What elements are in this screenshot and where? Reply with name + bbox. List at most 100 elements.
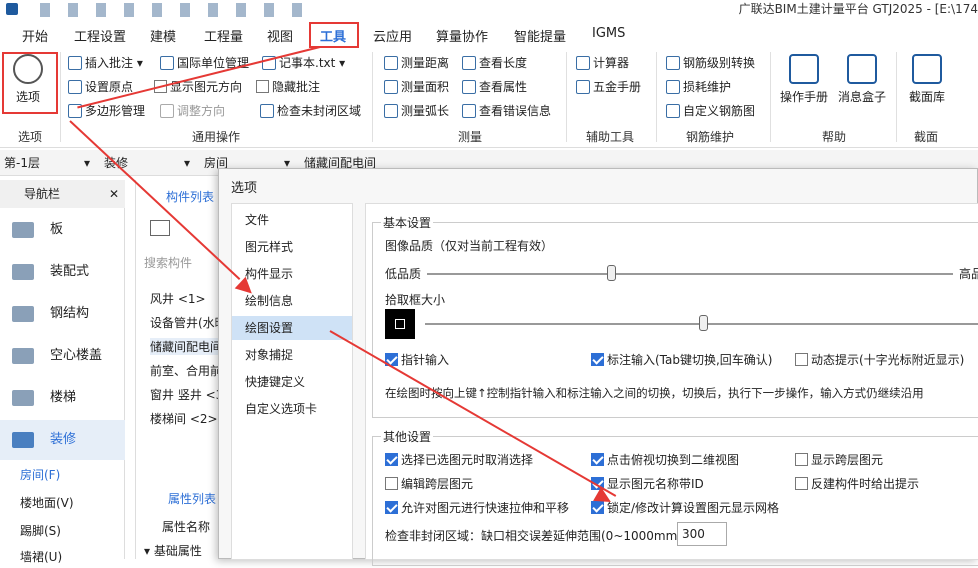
nav-sub-floor[interactable]: 楼地面(V) [20,492,74,514]
check-edit-cross-floor[interactable]: 编辑跨层图元 [385,475,473,492]
nav-item-prefab[interactable]: 装配式 [0,252,125,292]
hardware-manual-button[interactable]: 五金手册 [576,78,641,96]
high-quality-label: 高品 [959,267,978,281]
check-lock-grid[interactable]: 锁定/修改计算设置图元显示网格 [591,499,779,516]
group-label-section: 截面 [914,130,939,144]
menu-shortcuts[interactable]: 快捷键定义 [232,370,352,394]
custom-rebar-icon [666,104,680,118]
calculator-button[interactable]: 计算器 [576,54,629,72]
check-dim-input[interactable]: 标注输入(Tab键切换,回车确认) [591,351,773,368]
section-lib-button[interactable]: 截面库 [904,54,950,105]
other-settings: 其他设置 选择已选图元时取消选择 点击俯视切换到二维视图 显示跨层图元 编辑跨层… [372,428,978,566]
hollow-icon [12,348,34,364]
props-row[interactable]: ▾ 基础属性 [144,542,202,559]
note-icon [68,56,82,70]
measure-area-button[interactable]: 测量面积 [384,78,449,96]
tab-quantity[interactable]: 工程量 [204,26,243,45]
tab-home[interactable]: 开始 [22,26,48,45]
view-errors-button[interactable]: 查看错误信息 [462,102,551,120]
custom-rebar-button[interactable]: 自定义钢筋图 [666,102,755,120]
check-dynamic-hint[interactable]: 动态提示(十字光标附近显示) [795,351,964,368]
tab-collab[interactable]: 算量协作 [436,26,488,45]
other-legend: 其他设置 [381,428,434,445]
close-icon[interactable]: ✕ [109,180,119,208]
stair-icon [12,390,34,406]
nav-sub-room[interactable]: 房间(F) [20,464,60,486]
measure-arc-button[interactable]: 测量弧长 [384,102,449,120]
options-button-highlight [2,52,58,114]
nav-item-hollow[interactable]: 空心楼盖 [0,336,125,376]
nav-item-stair[interactable]: 楼梯 [0,378,125,418]
check-show-cross-floor[interactable]: 显示跨层图元 [795,451,883,468]
tab-project-settings[interactable]: 工程设置 [74,26,126,45]
adjust-direction-button: 调整方向 [160,102,225,120]
show-direction-toggle[interactable]: 显示图元方向 [154,78,242,96]
rebar-grade-button[interactable]: 钢筋级别转换 [666,54,755,72]
tab-cloud[interactable]: 云应用 [373,26,412,45]
nav-item-finish[interactable]: 装修 [0,420,125,460]
checkbox-icon [591,453,604,466]
tools-tab-highlight [309,22,359,48]
view-props-button[interactable]: 查看属性 [462,78,527,96]
finish-icon [12,432,34,448]
ruler-icon [384,56,398,70]
loss-maintain-button[interactable]: 损耗维护 [666,78,731,96]
prefab-icon [12,264,34,280]
check-unclosed-button[interactable]: 检查未封闭区域 [260,102,361,120]
checkbox-icon [795,353,808,366]
checkbox-icon [795,477,808,490]
tab-igms[interactable]: IGMS [592,26,625,41]
checkbox-icon [385,453,398,466]
manual-button[interactable]: 操作手册 [778,54,830,105]
check-quick-stretch[interactable]: 允许对图元进行快速拉伸和平移 [385,499,569,516]
list-item[interactable]: 风井 <1> [150,290,206,307]
checkbox-icon [385,477,398,490]
new-component-icon[interactable] [150,220,170,236]
check-reverse-prompt[interactable]: 反建构件时给出提示 [795,475,919,492]
floor-select[interactable]: 第-1层 ▾ [0,154,96,172]
gap-range-input[interactable]: 300 [677,522,727,546]
component-search[interactable]: 搜索构件 [144,254,192,271]
menu-draw-settings[interactable]: 绘图设置 [232,316,352,340]
section-icon [912,54,942,84]
set-origin-button[interactable]: 设置原点 [68,78,133,96]
list-item[interactable]: 储藏间配电间 [150,338,223,355]
tab-view[interactable]: 视图 [267,26,293,45]
message-icon [847,54,877,84]
checkbox-icon [795,453,808,466]
dialog-title: 选项 [231,181,258,196]
view-length-button[interactable]: 查看长度 [462,54,527,72]
quick-access-toolbar[interactable] [40,3,320,17]
props-icon [462,80,476,94]
dialog-content: 基本设置 图像品质（仅对当前工程有效） 低品质 高品 拾取框大小 指针输入 标注… [365,203,978,566]
dialog-menu: 文件 图元样式 构件显示 绘制信息 绘图设置 对象捕捉 快捷键定义 自定义选项卡 [231,203,353,560]
measure-distance-button[interactable]: 测量距离 [384,54,449,72]
hide-note-toggle[interactable]: 隐藏批注 [256,78,320,96]
check-cancel-select[interactable]: 选择已选图元时取消选择 [385,451,533,468]
group-label-aux: 辅助工具 [586,130,635,144]
check-top-view-2d[interactable]: 点击俯视切换到二维视图 [591,451,739,468]
unit-manage-button[interactable]: 国际单位管理 [160,54,249,72]
navigation-pane: 导航栏 ✕ 板 装配式 钢结构 空心楼盖 楼梯 装修 房间(F) 楼地面(V) 踢… [0,180,125,564]
menu-snap[interactable]: 对象捕捉 [232,343,352,367]
nav-item-steel[interactable]: 钢结构 [0,294,125,334]
quality-slider[interactable] [607,265,617,281]
message-box-button[interactable]: 消息盒子 [836,54,888,105]
nav-sub-dado[interactable]: 墙裙(U) [20,546,62,568]
list-item[interactable]: 楼梯间 <2> [150,410,218,427]
group-label-measure: 测量 [458,130,483,144]
list-item[interactable]: 前室、合用前 [150,362,222,379]
menu-element-style[interactable]: 图元样式 [232,235,352,259]
pick-slider[interactable] [699,315,708,331]
list-item[interactable]: 窗井 竖井 <3 [150,386,223,403]
list-item[interactable]: 设备管井(水暖 [150,314,227,331]
menu-file[interactable]: 文件 [232,208,352,232]
nav-sub-skirting[interactable]: 踢脚(S) [20,520,61,542]
nav-item-slab[interactable]: 板 [0,210,125,250]
insert-note-button[interactable]: 插入批注 ▾ [68,54,143,72]
group-label-general: 通用操作 [192,130,241,144]
menu-custom-tab[interactable]: 自定义选项卡 [232,397,352,421]
tab-modeling[interactable]: 建模 [150,26,176,45]
tab-smart[interactable]: 智能提量 [514,26,566,45]
check-pointer-input[interactable]: 指针输入 [385,351,449,368]
